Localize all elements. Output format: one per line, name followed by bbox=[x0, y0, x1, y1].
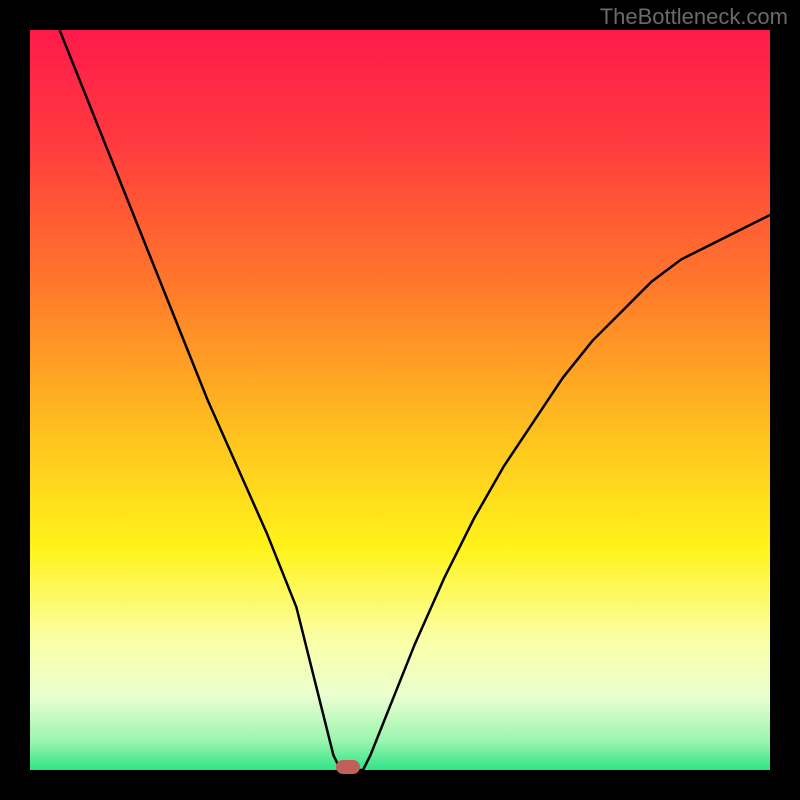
plot-background bbox=[30, 30, 770, 770]
plot-frame bbox=[30, 30, 770, 770]
watermark-text: TheBottleneck.com bbox=[600, 4, 788, 30]
optimal-marker bbox=[336, 760, 360, 774]
plot-svg bbox=[30, 30, 770, 770]
